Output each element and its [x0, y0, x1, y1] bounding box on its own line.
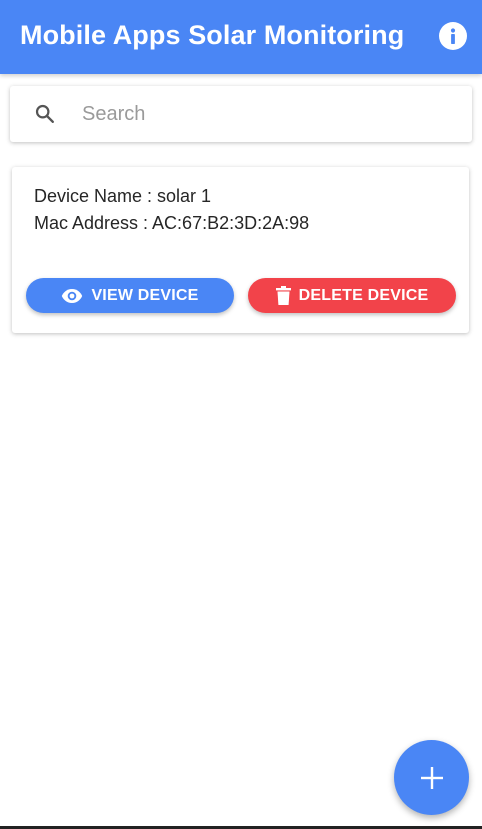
info-circle-icon: [440, 23, 466, 49]
trash-icon: [275, 286, 291, 305]
app-title: Mobile Apps Solar Monitoring: [20, 20, 405, 50]
info-button[interactable]: [439, 22, 467, 50]
search-bar: [10, 86, 472, 142]
device-card: Device Name : solar 1 Mac Address : AC:6…: [12, 167, 469, 333]
view-device-label: VIEW DEVICE: [91, 286, 199, 304]
app-bar: Mobile Apps Solar Monitoring: [0, 0, 482, 74]
view-device-button[interactable]: VIEW DEVICE: [26, 278, 234, 313]
add-device-button[interactable]: [394, 740, 469, 815]
delete-device-label: DELETE DEVICE: [298, 286, 429, 304]
delete-device-button[interactable]: DELETE DEVICE: [248, 278, 456, 313]
eye-icon: [61, 288, 83, 304]
device-name: Device Name : solar 1: [34, 186, 212, 206]
search-icon[interactable]: [34, 103, 56, 125]
plus-icon: [420, 766, 443, 789]
device-mac-address: Mac Address : AC:67:B2:3D:2A:98: [34, 213, 310, 233]
search-input[interactable]: [82, 99, 452, 129]
